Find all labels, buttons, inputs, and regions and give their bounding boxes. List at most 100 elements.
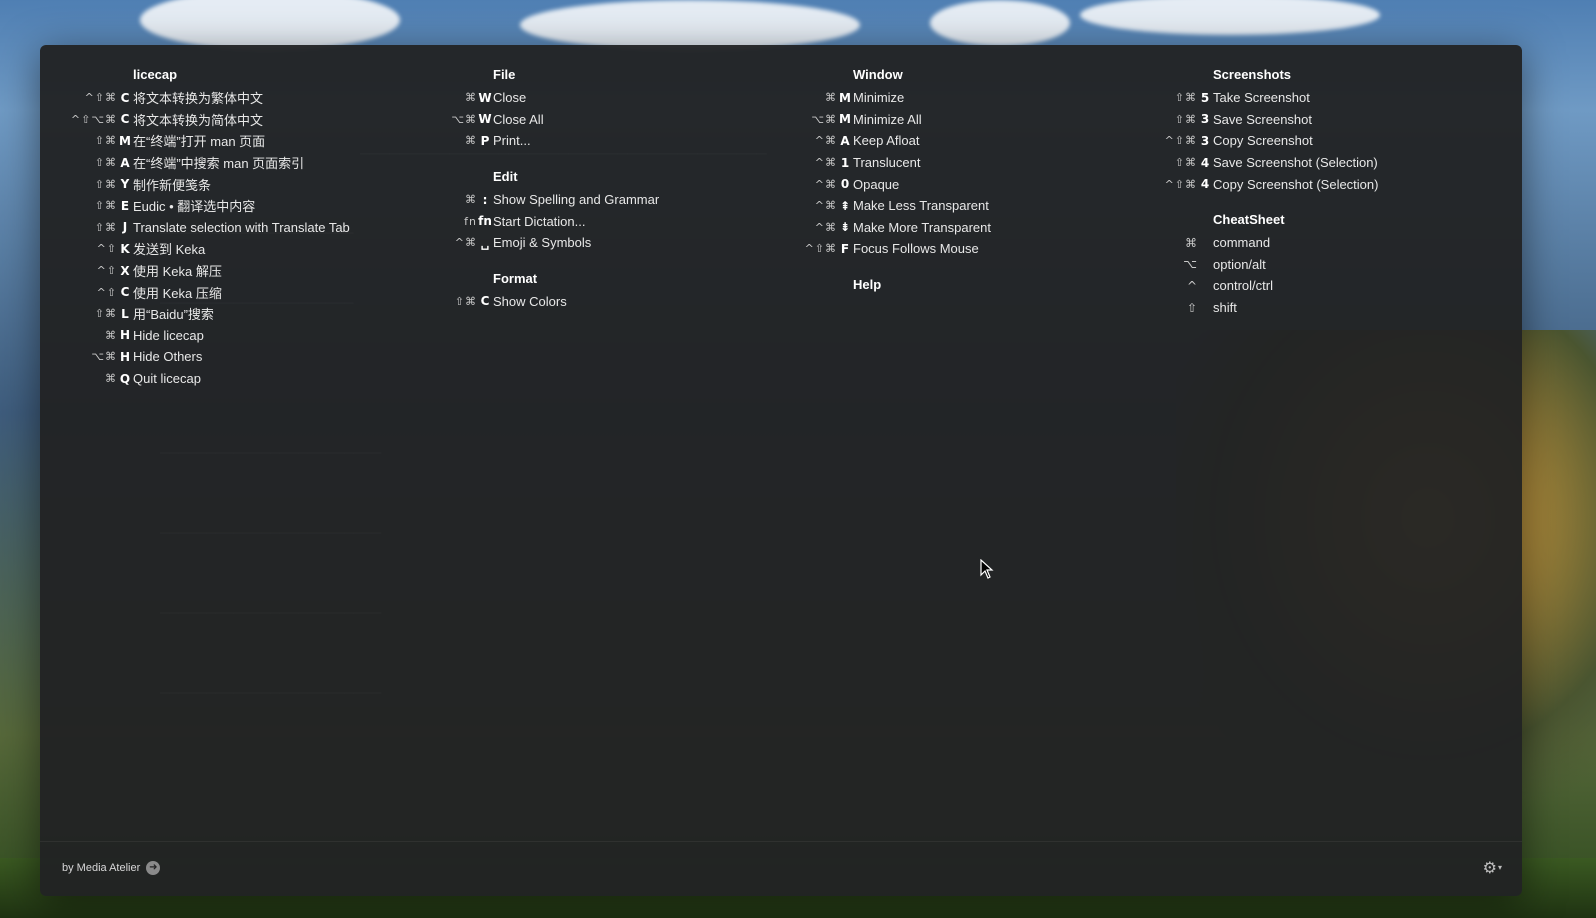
modifier-keys: ⌥⌘: [91, 350, 117, 364]
section-format: Format ⇧⌘ C Show Colors: [425, 269, 659, 313]
modifier-keys: ^⌘: [814, 134, 837, 148]
shortcut-label: Translate selection with Translate Tab: [133, 219, 350, 235]
settings-button[interactable]: ⚙ ▾: [1483, 858, 1502, 877]
shortcut-label: 在“终端”打开 man 页面: [133, 134, 266, 150]
shortcut-item: ⌥⌘ M Minimize All: [785, 109, 991, 131]
cloud: [140, 0, 400, 50]
shortcut-label: 使用 Keka 压缩: [133, 285, 222, 301]
brand-label: by Media Atelier: [62, 862, 141, 874]
modifier-keys: ^⇧⌥⌘: [70, 112, 117, 126]
shortcut-label: 使用 Keka 解压: [133, 264, 222, 280]
modifier-keys: ⌘: [465, 134, 477, 148]
shortcut-label: Quit licecap: [133, 371, 201, 387]
shortcut-item: ^⌘ A Keep Afloat: [785, 130, 991, 152]
modifier-keys: ⇧⌘: [94, 177, 117, 191]
media-atelier-link[interactable]: by Media Atelier ➜: [62, 861, 161, 875]
shortcut-key: W: [478, 90, 492, 105]
shortcut-key: C: [120, 112, 130, 127]
shortcut-label: Save Screenshot (Selection): [1213, 155, 1378, 171]
modifier-keys: ^⌘: [814, 156, 837, 170]
modifier-keys: ⇧⌘: [94, 156, 117, 170]
modifier-keys: ^⌘: [814, 220, 837, 234]
shortcut-item: ^⇧ C 使用 Keka 压缩: [65, 281, 350, 303]
shortcut-label: Emoji & Symbols: [493, 235, 592, 251]
shortcut-item: ⇧⌘ J Translate selection with Translate Ta…: [65, 217, 350, 239]
shortcut-key: L: [121, 306, 129, 321]
shortcut-key: W: [478, 112, 492, 127]
shortcut-item: ⌘ W Close: [425, 87, 659, 109]
section-window: Window ⌘ M Minimize ⌥⌘ M Minimize All ^⌘ A Kee…: [785, 65, 991, 260]
modifier-keys: ⇧⌘: [94, 220, 117, 234]
shortcut-key: E: [120, 198, 130, 213]
legend-label: control/ctrl: [1213, 278, 1273, 294]
mouse-pointer-icon: [980, 558, 994, 584]
section-licecap: licecap ^⇧⌘ C 将文本转换为繁体中文 ^⇧⌥⌘ C 将文本转换为简体中文 ⇧…: [65, 65, 350, 389]
section-title: Edit: [493, 168, 518, 184]
gear-icon: ⚙: [1482, 858, 1497, 877]
legend-label: shift: [1213, 300, 1237, 316]
shortcut-key: 1: [840, 155, 850, 170]
shortcut-item: ⌘ P Print...: [425, 130, 659, 152]
cloud: [1080, 0, 1380, 35]
shortcut-item: ⇧⌘ C Show Colors: [425, 291, 659, 313]
shortcut-label: Copy Screenshot (Selection): [1213, 176, 1379, 192]
shortcut-key: F: [840, 241, 850, 256]
shortcut-item: ^⇧⌘ 3 Copy Screenshot: [1145, 130, 1378, 152]
shortcut-label: Make Less Transparent: [853, 198, 989, 214]
modifier-keys: ⇧⌘: [454, 294, 477, 308]
shortcut-item: ⌥⌘ W Close All: [425, 109, 659, 131]
footer-bar: by Media Atelier ➜ ⚙ ▾: [40, 841, 1522, 896]
shortcut-label: Keep Afloat: [853, 133, 920, 149]
modifier-keys: fn: [464, 214, 477, 228]
modifier-keys: ^⇧⌘: [1164, 177, 1197, 191]
shortcut-item: ⌘: Show Spelling and Grammar: [425, 189, 659, 211]
shortcut-label: Opaque: [853, 176, 900, 192]
shortcut-key: 4: [1200, 155, 1210, 170]
modifier-keys: ^⇧⌘: [84, 91, 117, 105]
modifier-keys: ^⇧: [96, 264, 117, 278]
modifier-keys: ^⇧⌘: [1164, 134, 1197, 148]
shortcut-item: ⇧⌘ M 在“终端”打开 man 页面: [65, 130, 350, 152]
shortcut-label: 将文本转换为简体中文: [133, 112, 264, 128]
shortcut-column-3: Window ⌘ M Minimize ⌥⌘ M Minimize All ^⌘ A Kee…: [785, 65, 991, 309]
shortcut-key: C: [480, 294, 490, 309]
section-title: Format: [493, 270, 538, 286]
shortcut-label: Show Spelling and Grammar: [493, 192, 660, 208]
shortcut-label: Make More Transparent: [853, 219, 992, 235]
shortcut-key: ⇟: [839, 220, 851, 235]
legend-item: ⌥ option/alt: [1145, 254, 1378, 276]
shortcut-key: X: [120, 263, 130, 278]
arrow-circle-icon: ➜: [146, 861, 161, 875]
shortcut-item: ⌘ H Hide licecap: [65, 325, 350, 347]
shortcut-item: ⇧⌘ 3 Save Screenshot: [1145, 109, 1378, 131]
modifier-keys: ^⌘: [814, 199, 837, 213]
shortcut-column-1: licecap ^⇧⌘ C 将文本转换为繁体中文 ^⇧⌥⌘ C 将文本转换为简体中文 ⇧…: [65, 65, 350, 404]
shortcut-item: ^⇧⌥⌘ C 将文本转换为简体中文: [65, 109, 350, 131]
cloud: [930, 0, 1070, 46]
shortcut-item: ^⌘ ⇞ Make Less Transparent: [785, 195, 991, 217]
modifier-keys: ⌘: [465, 91, 477, 105]
shortcut-label: Minimize All: [853, 111, 922, 127]
shortcut-key: Q: [119, 371, 131, 386]
modifier-keys: ⌥⌘: [451, 112, 477, 126]
shortcut-key: 3: [1200, 112, 1210, 127]
modifier-keys: ^⇧: [96, 285, 117, 299]
ghost-background-text: ────────────────────────: [160, 445, 381, 460]
shortcut-key: H: [119, 328, 131, 343]
ghost-background-text: ────────────────────────: [160, 525, 381, 540]
shortcut-label: 制作新便笺条: [133, 177, 212, 193]
shortcut-key: M: [119, 133, 131, 148]
section-screenshots: Screenshots ⇧⌘ 5 Take Screenshot ⇧⌘ 3 Save S…: [1145, 65, 1379, 195]
chevron-down-icon: ▾: [1497, 863, 1502, 872]
shortcut-column-4: Screenshots ⇧⌘ 5 Take Screenshot ⇧⌘ 3 Save S…: [1145, 65, 1379, 333]
modifier-keys: ⇧⌘: [94, 307, 117, 321]
shortcut-key: J: [122, 220, 128, 235]
option-symbol-icon: ⌥: [1183, 257, 1197, 272]
section-edit: Edit ⌘: Show Spelling and Grammar fn fn Sta…: [425, 167, 659, 254]
ghost-background-text: ────────────────────────: [160, 685, 381, 700]
shortcut-label: 发送到 Keka: [133, 242, 206, 258]
modifier-keys: ⇧⌘: [1174, 156, 1197, 170]
ghost-background-text: ────────────────────────: [160, 605, 381, 620]
shortcut-label: Translucent: [853, 155, 921, 171]
shortcut-label: Start Dictation...: [493, 213, 586, 229]
